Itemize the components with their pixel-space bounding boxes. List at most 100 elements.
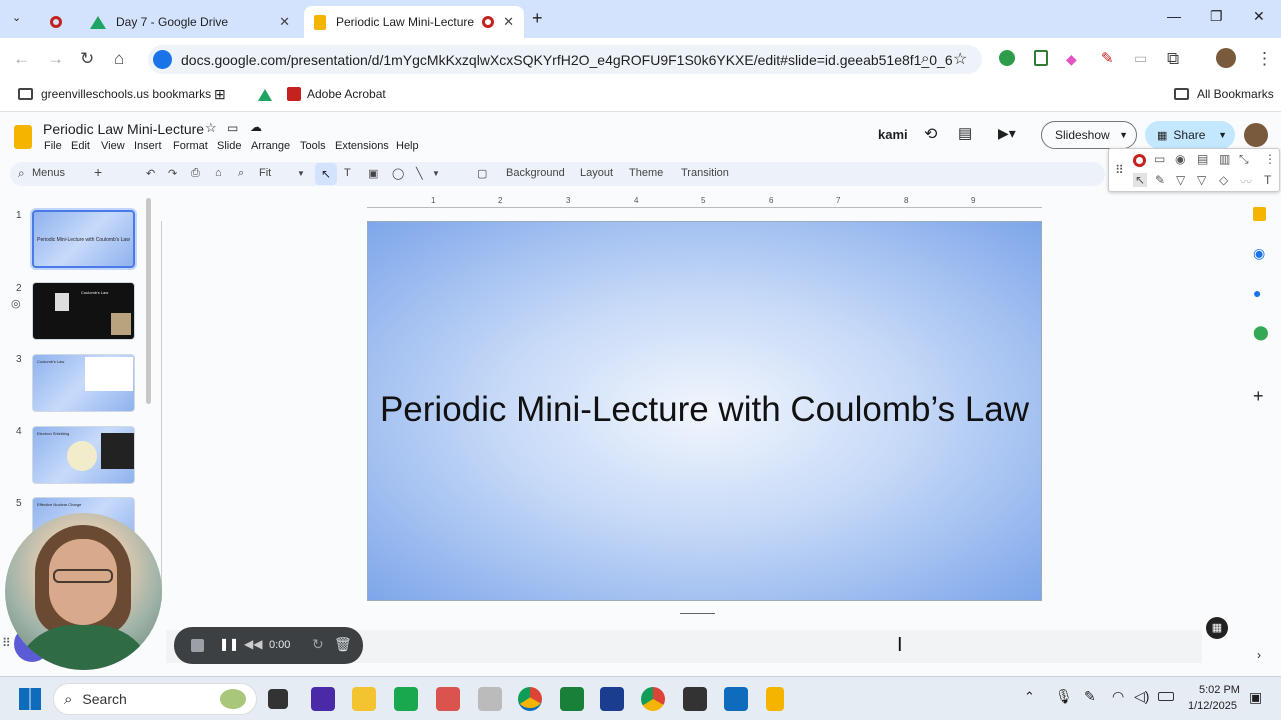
chrome-icon[interactable] (518, 687, 542, 711)
app-icon-grid[interactable] (311, 687, 335, 711)
microphone-icon[interactable]: 🎙 (1055, 688, 1073, 705)
screencast-icon[interactable]: ◆ (1066, 51, 1077, 68)
google-drive-icon[interactable] (258, 89, 272, 101)
battery-icon[interactable] (1158, 692, 1174, 701)
transition-button[interactable]: Transition (681, 167, 729, 179)
drag-handle-icon[interactable]: ⠿ (1115, 163, 1124, 177)
app-icon-snip[interactable] (478, 687, 502, 711)
volume-icon[interactable]: ◁) (1134, 688, 1149, 705)
pen-extension-icon[interactable]: ✎ (1101, 49, 1114, 67)
menu-format[interactable]: Format (173, 140, 208, 152)
forward-icon[interactable]: → (47, 49, 64, 69)
slide-thumbnail-1[interactable]: Periodic Mini-Lecture with Coulomb's Law (32, 210, 135, 268)
menu-tools[interactable]: Tools (300, 140, 326, 152)
share-button[interactable]: ▦ Share ▼ (1145, 121, 1235, 149)
webcam-bubble[interactable] (5, 513, 162, 670)
line-icon[interactable]: ╲ (416, 167, 423, 180)
filmstrip-scrollbar[interactable] (146, 198, 151, 404)
layout-button[interactable]: Layout (580, 167, 613, 179)
menu-file[interactable]: File (44, 140, 62, 152)
tab-google-drive[interactable]: Day 7 - Google Drive ✕ (80, 6, 300, 38)
new-slide-icon[interactable]: + (94, 164, 102, 180)
file-explorer-icon[interactable] (352, 687, 376, 711)
print-icon[interactable]: ⎙ (191, 167, 200, 180)
select-tool-icon[interactable]: ↖ (315, 163, 337, 185)
cloud-saved-icon[interactable]: ☁ (250, 120, 262, 134)
slide-thumbnail-4[interactable]: Electron Shielding (32, 426, 135, 484)
tab-recording[interactable] (40, 6, 76, 38)
save-icon[interactable]: ▤ (1197, 152, 1208, 166)
tasks-icon[interactable]: ◉ (1253, 245, 1265, 262)
chrome-icon[interactable] (641, 687, 665, 711)
screen-icon[interactable]: ▭ (1154, 152, 1165, 166)
task-view-icon[interactable] (268, 689, 288, 709)
contacts-icon[interactable]: ● (1253, 285, 1261, 301)
menu-view[interactable]: View (101, 140, 125, 152)
windows-start-icon[interactable] (19, 688, 41, 710)
restore-icon[interactable]: ❐ (1210, 8, 1223, 25)
account-avatar[interactable] (1244, 123, 1268, 147)
shape-icon[interactable]: ◯ (392, 167, 404, 180)
text-box-icon[interactable]: T (344, 167, 351, 179)
app-icon-green[interactable] (394, 687, 418, 711)
version-history-icon[interactable]: ⟲ (924, 124, 937, 144)
pointer-icon[interactable]: ↖ (1133, 173, 1148, 187)
google-slides-icon[interactable] (766, 687, 784, 711)
site-info-icon[interactable] (153, 50, 172, 69)
app-icon-red[interactable] (436, 687, 460, 711)
menu-edit[interactable]: Edit (71, 140, 90, 152)
theme-button[interactable]: Theme (629, 167, 663, 179)
laser-icon[interactable]: 〰 (1240, 173, 1252, 190)
profile-avatar[interactable] (1216, 48, 1236, 68)
slideshow-button[interactable]: Slideshow ▼ (1041, 121, 1137, 149)
new-tab-icon[interactable]: + (532, 8, 543, 29)
more-icon[interactable]: ⋮ (1256, 49, 1273, 69)
kami-extension-icon[interactable] (999, 50, 1015, 66)
marker-icon[interactable]: ▽ (1197, 173, 1206, 187)
wifi-icon[interactable]: ◠ (1112, 688, 1124, 705)
eraser-icon[interactable]: ◇ (1219, 173, 1228, 187)
menu-insert[interactable]: Insert (134, 140, 162, 152)
menu-help[interactable]: Help (396, 140, 419, 152)
outlook-icon[interactable] (724, 687, 748, 711)
pen-icon[interactable]: ✎ (1155, 173, 1165, 187)
delete-recording-icon[interactable]: 🗑 (334, 636, 352, 653)
app-icon-dark[interactable] (683, 687, 707, 711)
eye-icon[interactable]: ◉ (1175, 152, 1185, 166)
close-tab-icon[interactable]: ✕ (279, 14, 290, 30)
notifications-icon[interactable]: ▣ (1249, 689, 1262, 706)
webcam-drag-handle[interactable]: ⠿ (2, 636, 11, 650)
close-tab-icon[interactable]: ✕ (503, 14, 514, 30)
chevron-down-icon[interactable]: ▼ (1119, 130, 1128, 140)
tab-search-icon[interactable]: ⌄ (12, 11, 21, 24)
zoom-icon[interactable]: ⌕ (921, 50, 929, 67)
kami-label[interactable]: kami (878, 127, 908, 142)
clock-date[interactable]: 1/12/2025 (1188, 700, 1237, 712)
keep-icon[interactable] (1253, 207, 1266, 221)
menu-slide[interactable]: Slide (217, 140, 241, 152)
document-title[interactable]: Periodic Law Mini-Lecture (43, 121, 204, 137)
all-bookmarks[interactable]: All Bookmarks (1197, 87, 1274, 101)
address-bar[interactable]: docs.google.com/presentation/d/1mYgcMkKx… (148, 45, 982, 74)
search-menus-label[interactable]: Menus (32, 167, 65, 179)
zoom-icon[interactable]: ⌕ (238, 167, 244, 180)
undo-icon[interactable]: ↶ (146, 167, 155, 180)
paint-format-icon[interactable]: ⌂ (215, 167, 222, 179)
slide-title[interactable]: Periodic Mini-Lecture with Coulomb’s Law (368, 390, 1041, 430)
rewind-icon[interactable]: ◀◀ (244, 637, 262, 651)
google-slides-logo[interactable] (14, 125, 32, 149)
extension-icon[interactable] (1034, 50, 1048, 66)
move-folder-icon[interactable]: ▭ (227, 121, 238, 135)
record-icon[interactable] (1133, 154, 1146, 167)
comment-icon[interactable]: ▢ (477, 167, 487, 180)
extensions-icon[interactable]: ⧉ (1167, 49, 1179, 69)
chevron-down-icon[interactable]: ▼ (1218, 130, 1227, 140)
stop-recording-icon[interactable] (191, 639, 204, 652)
maps-icon[interactable]: ⬤ (1253, 324, 1269, 341)
tab-slides[interactable]: Periodic Law Mini-Lecture - ✕ (304, 6, 524, 38)
background-button[interactable]: Background (506, 167, 565, 179)
chevron-down-icon[interactable]: ▼ (297, 169, 305, 178)
trash-icon[interactable]: ▥ (1219, 152, 1230, 166)
pause-icon[interactable]: ❚❚ (219, 637, 239, 651)
slide-thumbnail-3[interactable]: Coulomb's Law (32, 354, 135, 412)
